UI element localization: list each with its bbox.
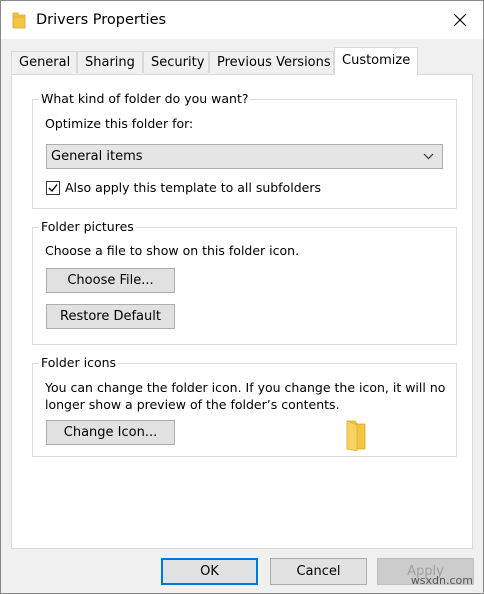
restore-default-button[interactable]: Restore Default: [46, 304, 175, 329]
folder-icons-group: Folder icons You can change the folder i…: [32, 355, 457, 457]
window-title: Drivers Properties: [36, 12, 167, 28]
optimize-select[interactable]: General items: [46, 144, 443, 169]
tab-general[interactable]: General: [11, 51, 77, 73]
customize-panel: What kind of folder do you want? Optimiz…: [11, 74, 473, 549]
folder-preview-icon: [346, 420, 366, 451]
folder-icons-group-label: Folder icons: [39, 355, 119, 370]
folder-icon: [12, 12, 26, 29]
tab-previous-versions[interactable]: Previous Versions: [209, 51, 334, 73]
folder-type-group-label: What kind of folder do you want?: [39, 91, 251, 106]
cancel-button[interactable]: Cancel: [270, 558, 367, 585]
ok-button[interactable]: OK: [161, 558, 258, 585]
properties-dialog: Drivers Properties General Sharing Secur…: [0, 0, 484, 594]
folder-pictures-description: Choose a file to show on this folder ico…: [45, 243, 300, 258]
close-button[interactable]: [437, 1, 483, 39]
apply-subfolders-label: Also apply this template to all subfolde…: [65, 180, 321, 195]
change-icon-button[interactable]: Change Icon...: [46, 420, 175, 445]
tab-sharing[interactable]: Sharing: [77, 51, 143, 73]
folder-icons-description-line2: longer show a preview of the folder’s co…: [45, 397, 340, 412]
folder-icons-description-line1: You can change the folder icon. If you c…: [45, 380, 446, 395]
tab-security[interactable]: Security: [143, 51, 209, 73]
chevron-down-icon: [423, 153, 434, 160]
folder-pictures-group: Folder pictures Choose a file to show on…: [32, 219, 457, 345]
title-bar: Drivers Properties: [1, 1, 483, 39]
optimize-label: Optimize this folder for:: [45, 116, 194, 131]
tab-customize[interactable]: Customize: [334, 47, 418, 75]
watermark: wsxdn.com: [410, 574, 473, 587]
folder-type-group: What kind of folder do you want? Optimiz…: [32, 91, 457, 209]
apply-subfolders-checkbox[interactable]: [46, 181, 60, 195]
checkmark-icon: [48, 184, 58, 193]
optimize-select-value: General items: [51, 149, 143, 164]
tab-strip: General Sharing Security Previous Versio…: [11, 47, 473, 75]
close-icon: [453, 13, 467, 27]
choose-file-button[interactable]: Choose File...: [46, 268, 175, 293]
folder-pictures-group-label: Folder pictures: [39, 219, 136, 234]
